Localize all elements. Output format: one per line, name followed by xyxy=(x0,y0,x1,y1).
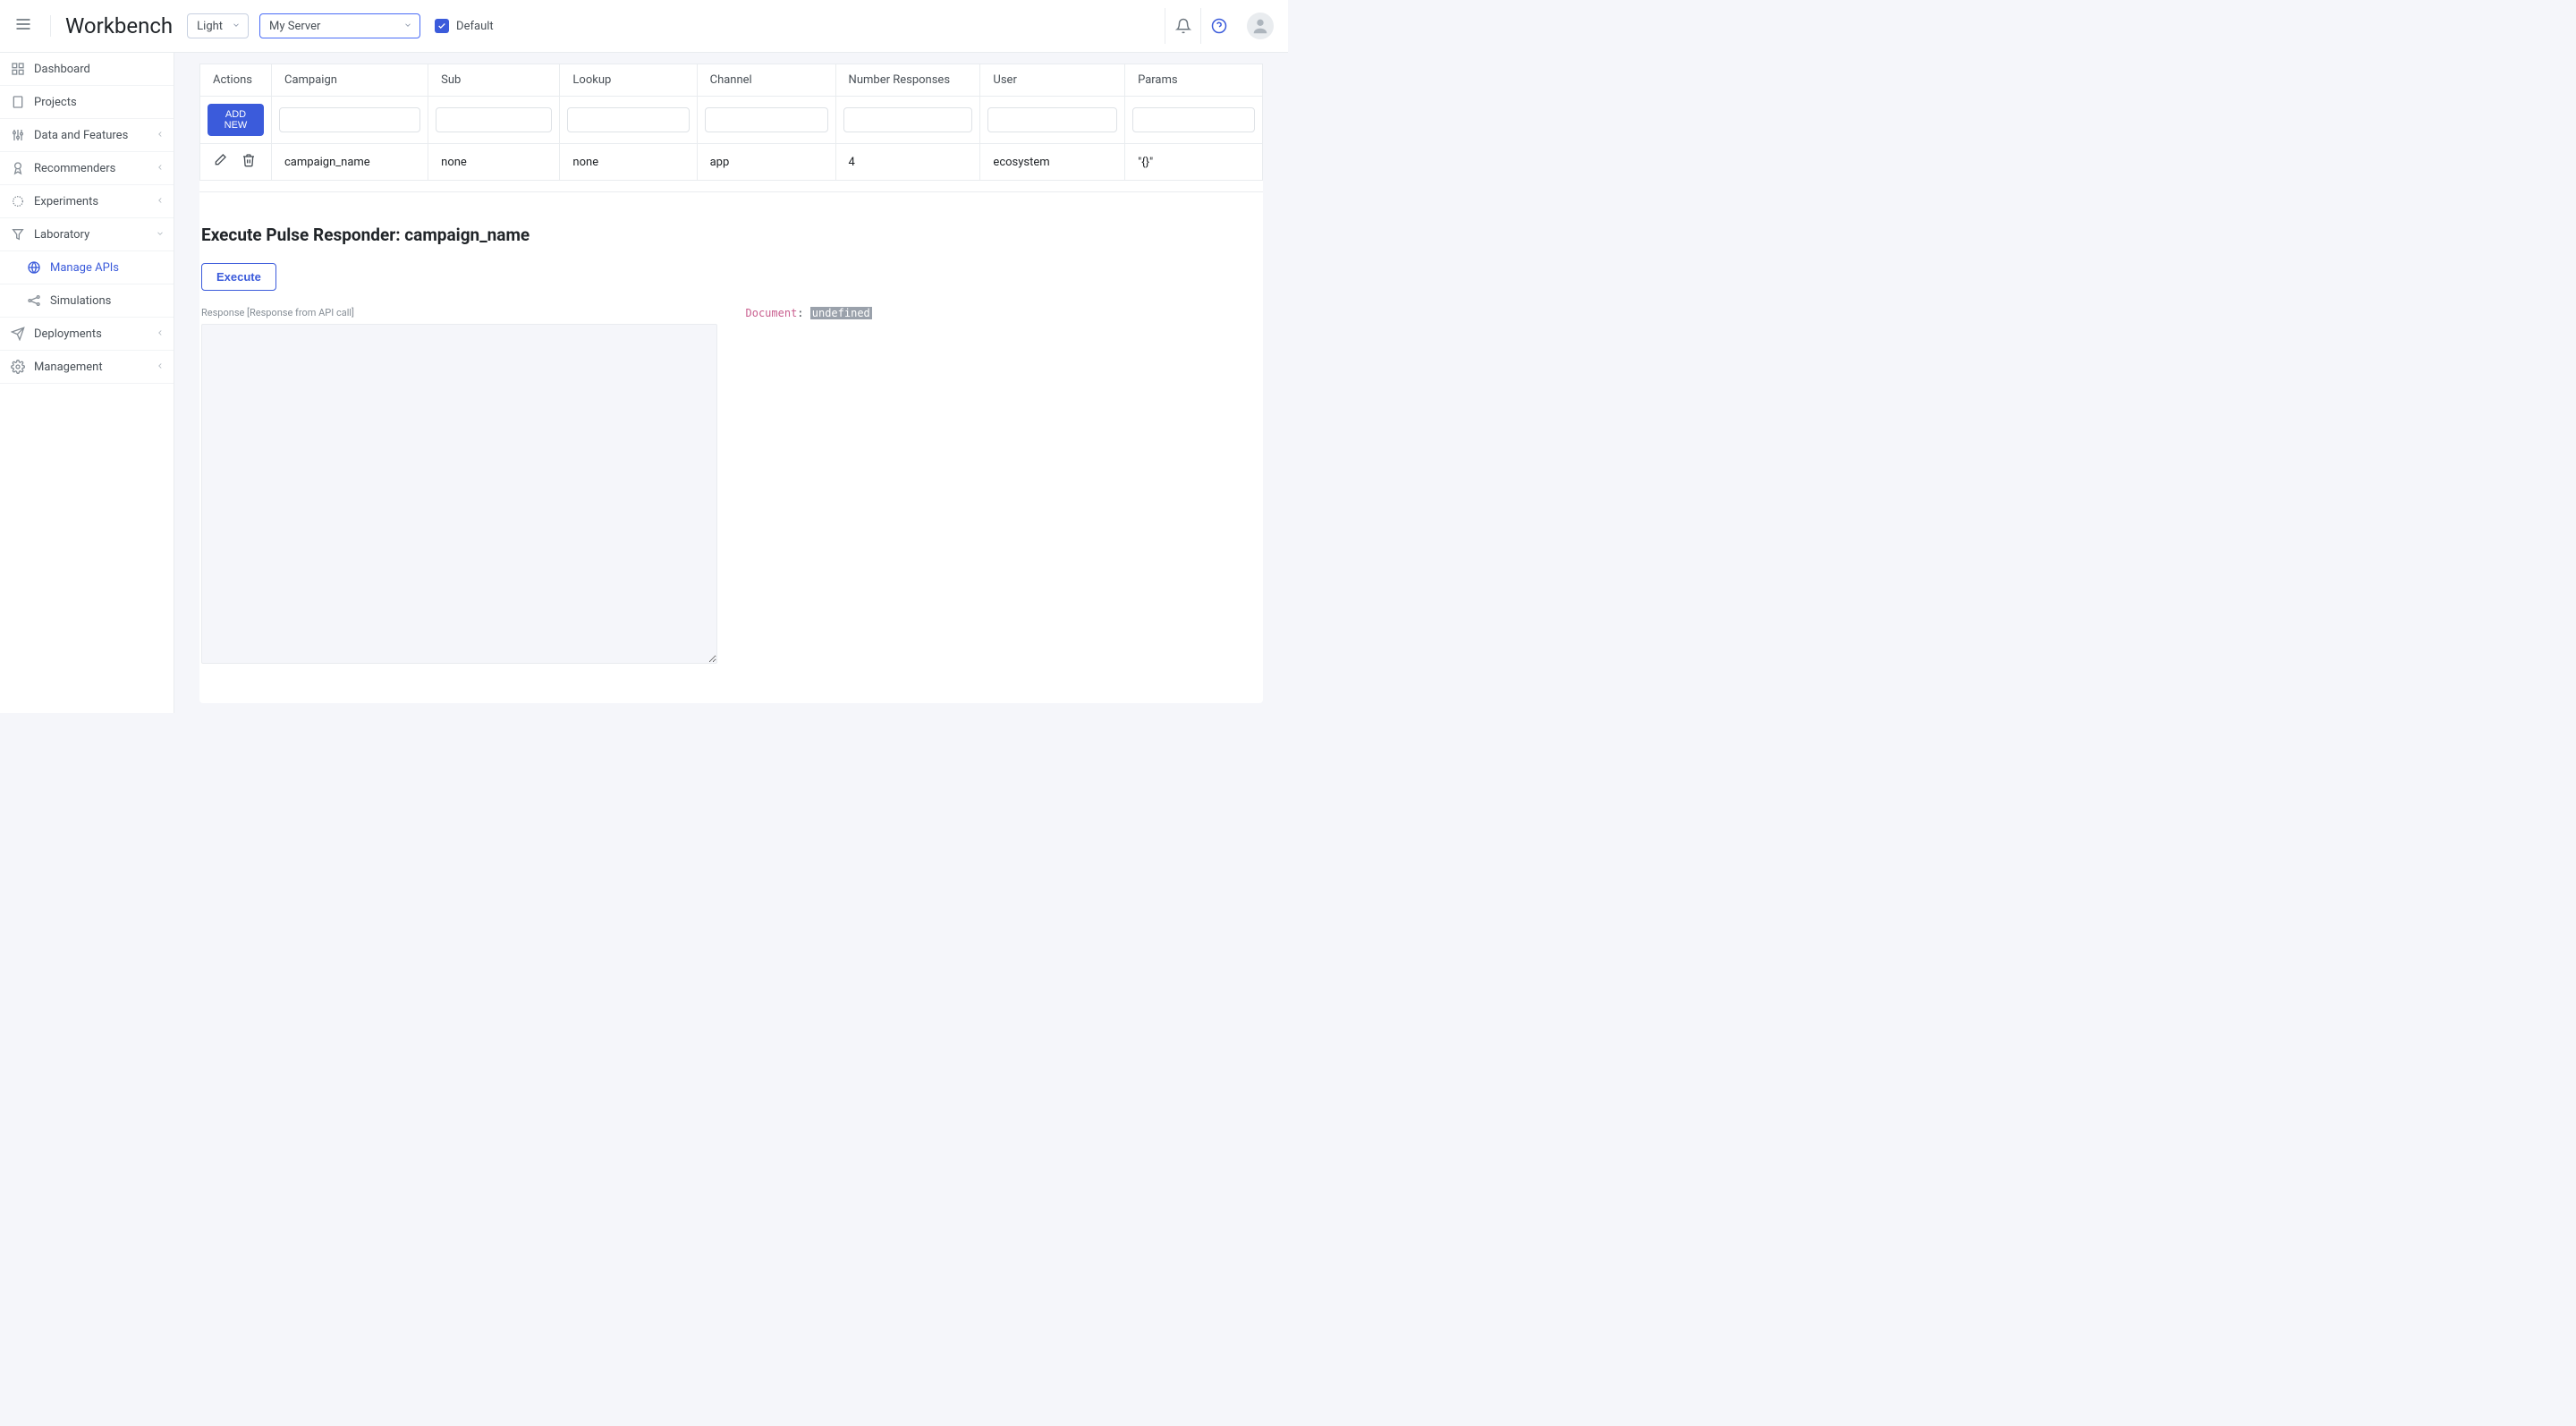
sidebar-item-label: Projects xyxy=(34,96,77,109)
campaign-table: Actions Campaign Sub Lookup Channel Numb… xyxy=(199,64,1263,181)
header-divider xyxy=(50,15,51,37)
chevron-down-icon xyxy=(232,20,241,33)
col-user: User xyxy=(980,64,1125,97)
chevron-left-icon xyxy=(156,361,165,374)
sidebar-item-label: Simulations xyxy=(50,294,111,308)
chevron-down-icon xyxy=(403,20,412,33)
server-select[interactable]: My Server xyxy=(259,13,420,38)
badge-icon xyxy=(11,161,25,175)
sidebar-item-management[interactable]: Management xyxy=(0,351,174,384)
spark-icon xyxy=(11,194,25,208)
edit-icon[interactable] xyxy=(213,153,227,171)
main-content: Actions Campaign Sub Lookup Channel Numb… xyxy=(174,53,1288,713)
col-actions: Actions xyxy=(200,64,272,97)
response-textarea[interactable] xyxy=(201,324,717,664)
chevron-left-icon xyxy=(156,162,165,175)
document-output: Document: undefined xyxy=(746,307,1262,319)
table-row: campaign_name none none app 4 ecosystem … xyxy=(200,144,1263,181)
sidebar-item-label: Data and Features xyxy=(34,129,128,142)
sidebar-item-label: Recommenders xyxy=(34,162,115,175)
theme-select[interactable]: Light xyxy=(187,13,249,38)
col-params: Params xyxy=(1125,64,1263,97)
grid-icon xyxy=(11,62,25,76)
default-checkbox[interactable] xyxy=(435,19,449,33)
channel-input[interactable] xyxy=(705,107,828,132)
user-avatar[interactable] xyxy=(1247,13,1274,39)
sidebar-item-label: Manage APIs xyxy=(50,261,119,275)
notifications-icon[interactable] xyxy=(1165,8,1200,44)
sidebar-item-laboratory[interactable]: Laboratory xyxy=(0,218,174,251)
sidebar-item-data-features[interactable]: Data and Features xyxy=(0,119,174,152)
sidebar-item-label: Laboratory xyxy=(34,228,89,242)
gear-icon xyxy=(11,360,25,374)
table-input-row: ADD NEW xyxy=(200,97,1263,144)
add-new-button[interactable]: ADD NEW xyxy=(208,104,264,136)
chevron-left-icon xyxy=(156,327,165,341)
col-number-responses: Number Responses xyxy=(835,64,980,97)
execute-button[interactable]: Execute xyxy=(201,263,276,291)
document-key: Document xyxy=(746,307,798,319)
help-icon[interactable] xyxy=(1200,8,1236,44)
chevron-left-icon xyxy=(156,195,165,208)
sidebar-item-manage-apis[interactable]: Manage APIs xyxy=(0,251,174,284)
sub-input[interactable] xyxy=(436,107,552,132)
sidebar-item-simulations[interactable]: Simulations xyxy=(0,284,174,318)
sidebar-item-label: Dashboard xyxy=(34,63,90,76)
sidebar-item-dashboard[interactable]: Dashboard xyxy=(0,53,174,86)
lookup-input[interactable] xyxy=(567,107,689,132)
send-icon xyxy=(11,327,25,341)
app-header: Workbench Light My Server Default xyxy=(0,0,1288,53)
cell-sub: none xyxy=(428,144,560,181)
sidebar-item-experiments[interactable]: Experiments xyxy=(0,185,174,218)
chevron-down-icon xyxy=(156,228,165,242)
chevron-left-icon xyxy=(156,129,165,142)
section-title: Execute Pulse Responder: campaign_name xyxy=(201,225,1261,245)
cell-number-responses: 4 xyxy=(835,144,980,181)
sidebar: Dashboard Projects Data and Features Rec… xyxy=(0,53,174,713)
funnel-icon xyxy=(11,227,25,242)
sliders-icon xyxy=(11,128,25,142)
globe-icon xyxy=(27,260,41,275)
default-checkbox-wrap: Default xyxy=(435,19,494,33)
menu-toggle-icon[interactable] xyxy=(14,15,36,37)
theme-select-value: Light xyxy=(197,20,223,33)
sidebar-item-label: Experiments xyxy=(34,195,98,208)
brand-title: Workbench xyxy=(65,13,173,38)
number-responses-input[interactable] xyxy=(843,107,973,132)
cell-campaign: campaign_name xyxy=(272,144,428,181)
sidebar-item-label: Management xyxy=(34,361,103,374)
server-select-value: My Server xyxy=(269,20,320,33)
sidebar-item-label: Deployments xyxy=(34,327,102,341)
sidebar-item-recommenders[interactable]: Recommenders xyxy=(0,152,174,185)
col-sub: Sub xyxy=(428,64,560,97)
cell-user: ecosystem xyxy=(980,144,1125,181)
sidebar-item-projects[interactable]: Projects xyxy=(0,86,174,119)
default-checkbox-label: Default xyxy=(456,20,494,33)
col-lookup: Lookup xyxy=(560,64,697,97)
file-icon xyxy=(11,95,25,109)
network-icon xyxy=(27,293,41,308)
delete-icon[interactable] xyxy=(242,153,256,171)
params-input[interactable] xyxy=(1132,107,1255,132)
cell-lookup: none xyxy=(560,144,697,181)
table-header-row: Actions Campaign Sub Lookup Channel Numb… xyxy=(200,64,1263,97)
sidebar-item-deployments[interactable]: Deployments xyxy=(0,318,174,351)
cell-params: "{}" xyxy=(1125,144,1263,181)
col-campaign: Campaign xyxy=(272,64,428,97)
col-channel: Channel xyxy=(697,64,835,97)
campaign-input[interactable] xyxy=(279,107,420,132)
cell-channel: app xyxy=(697,144,835,181)
user-input[interactable] xyxy=(987,107,1117,132)
document-value: undefined xyxy=(810,307,872,319)
response-label: Response [Response from API call] xyxy=(201,307,717,318)
